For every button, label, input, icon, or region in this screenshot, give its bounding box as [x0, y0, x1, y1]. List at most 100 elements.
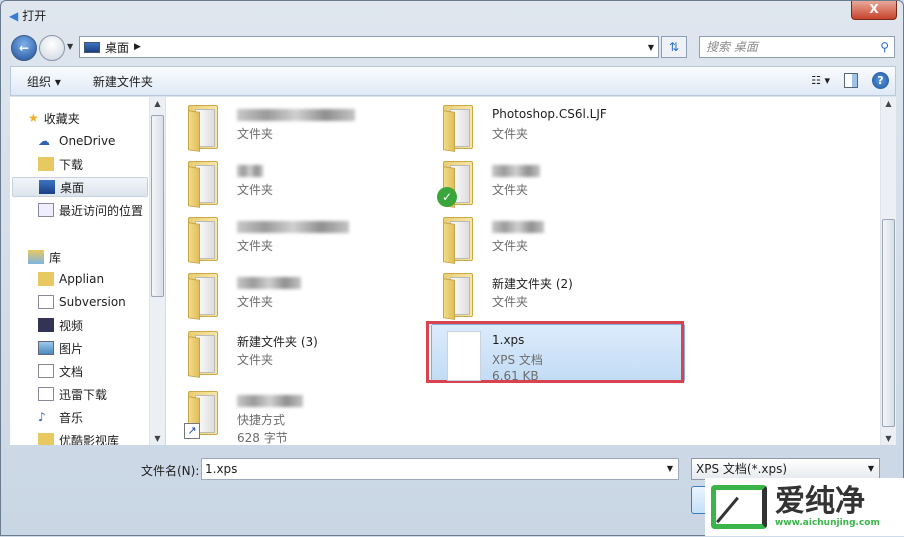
downloads-folder-icon: [38, 157, 54, 171]
nav-scrollbar[interactable]: ▲ ▼: [149, 97, 165, 445]
nav-downloads[interactable]: 下载: [38, 154, 83, 174]
scroll-thumb[interactable]: [882, 219, 895, 427]
nav-xunlei[interactable]: 迅雷下载: [38, 384, 107, 404]
nav-music[interactable]: ♪ 音乐: [38, 407, 83, 427]
file-item[interactable]: 文件夹: [186, 269, 426, 325]
nav-videos[interactable]: 视频: [38, 315, 83, 335]
scroll-down-icon[interactable]: ▼: [150, 434, 165, 443]
nav-label: Applian: [59, 272, 105, 286]
file-type: 文件夹: [237, 353, 274, 367]
document-icon: [38, 364, 54, 378]
nav-pictures[interactable]: 图片: [38, 338, 83, 358]
file-size: 628 字节: [237, 431, 288, 445]
refresh-button[interactable]: ⇅: [661, 36, 687, 58]
watermark-brand: 爱纯净: [775, 484, 865, 519]
nav-subversion[interactable]: Subversion: [38, 292, 126, 312]
nav-favorites[interactable]: ★ 收藏夹: [28, 108, 80, 128]
blurred-name: [492, 221, 544, 233]
file-size: 6.61 KB: [492, 369, 539, 383]
file-item[interactable]: Photoshop.CS6l.LJF 文件夹: [441, 101, 681, 157]
nav-libraries[interactable]: 库: [28, 247, 61, 267]
back-button[interactable]: ←: [11, 35, 37, 61]
new-folder-button[interactable]: 新建文件夹: [77, 73, 169, 90]
nav-onedrive[interactable]: ☁ OneDrive: [38, 131, 115, 151]
file-type: 快捷方式: [237, 413, 286, 427]
shortcut-arrow-icon: ↗: [184, 423, 200, 439]
view-options-icon[interactable]: ☷ ▾: [811, 74, 830, 87]
navigation-pane: ★ 收藏夹 ☁ OneDrive 下载 桌面 最近访问的位置 库 Applian S…: [10, 97, 165, 445]
dialog-icon: ◀: [9, 8, 19, 23]
library-doc-icon: [38, 295, 54, 309]
folder-icon: [186, 273, 220, 320]
file-item[interactable]: 1.xps XPS 文档 6.61 KB: [441, 327, 681, 383]
nav-label: Subversion: [59, 295, 126, 309]
scroll-up-icon[interactable]: ▲: [150, 99, 165, 108]
file-type: 文件夹: [492, 239, 529, 253]
nav-desktop[interactable]: 桌面: [12, 177, 148, 197]
nav-recent-places[interactable]: 最近访问的位置: [38, 200, 143, 220]
organize-button[interactable]: 组织 ▾: [11, 73, 77, 90]
picture-icon: [38, 341, 54, 355]
filetype-value: XPS 文档(*.xps): [696, 462, 788, 476]
watermark-url: www.aichunjing.com: [775, 518, 880, 528]
file-item[interactable]: 新建文件夹 (2) 文件夹: [441, 269, 681, 325]
filename-input[interactable]: 1.xps ▼: [201, 458, 679, 480]
filename-dropdown-icon[interactable]: ▼: [667, 459, 673, 479]
scroll-up-icon[interactable]: ▲: [881, 99, 896, 108]
help-icon[interactable]: ?: [872, 72, 889, 89]
scroll-thumb[interactable]: [151, 115, 164, 297]
folder-icon: [186, 161, 220, 208]
desktop-icon: [39, 180, 55, 194]
folder-icon: [38, 272, 54, 286]
nav-youku[interactable]: 优酷影视库: [38, 430, 119, 445]
breadcrumb-chevron-icon[interactable]: ▶: [134, 42, 141, 52]
cloud-icon: ☁: [38, 134, 50, 148]
file-item[interactable]: 文件夹: [186, 101, 426, 157]
address-location[interactable]: 桌面: [105, 39, 129, 56]
file-item[interactable]: 文件夹: [186, 157, 426, 213]
nav-label: 收藏夹: [43, 111, 80, 126]
file-item[interactable]: 文件夹: [441, 213, 681, 269]
close-button[interactable]: X: [851, 1, 897, 20]
recent-places-icon: [38, 203, 54, 217]
window-title: 打开: [22, 9, 47, 23]
file-list-scrollbar[interactable]: ▲ ▼: [880, 97, 896, 445]
file-type: 文件夹: [237, 127, 274, 141]
file-list: 文件夹 Photoshop.CS6l.LJF 文件夹 文件夹 ✓ 文件夹 文件夹 文件夹 文件夹…: [166, 97, 880, 445]
scroll-down-icon[interactable]: ▼: [881, 434, 896, 443]
folder-icon: [186, 105, 220, 152]
history-dropdown-icon[interactable]: ▼: [67, 42, 73, 51]
file-name: Photoshop.CS6l.LJF: [492, 107, 607, 121]
folder-icon: [186, 331, 220, 378]
address-dropdown-icon[interactable]: ▼: [648, 43, 654, 52]
blurred-name: [492, 165, 540, 177]
xps-document-icon: [447, 331, 481, 381]
file-item[interactable]: ↗ 快捷方式 628 字节: [184, 387, 426, 445]
music-icon: ♪: [38, 410, 46, 424]
watermark-logo: 爱纯净 www.aichunjing.com: [705, 478, 904, 536]
address-bar[interactable]: 桌面 ▶ ▼: [79, 36, 659, 58]
nav-documents[interactable]: 文档: [38, 361, 83, 381]
search-icon[interactable]: ⚲: [880, 37, 889, 57]
filename-value: 1.xps: [205, 462, 238, 476]
file-type: 文件夹: [492, 183, 529, 197]
nav-label: 视频: [59, 318, 84, 333]
file-type: 文件夹: [237, 295, 274, 309]
file-type: 文件夹: [492, 127, 529, 141]
nav-label: 迅雷下载: [59, 387, 108, 402]
library-doc-icon: [38, 387, 54, 401]
search-input[interactable]: 搜索 桌面 ⚲: [699, 36, 895, 58]
forward-button[interactable]: [39, 35, 65, 61]
file-item[interactable]: 新建文件夹 (3) 文件夹: [186, 327, 426, 383]
nav-applian[interactable]: Applian: [38, 269, 104, 289]
filetype-dropdown-icon[interactable]: ▼: [868, 459, 874, 479]
folder-icon: [441, 217, 475, 264]
preview-pane-icon[interactable]: [844, 73, 858, 88]
nav-label: 库: [49, 250, 62, 265]
file-name: 新建文件夹 (3): [237, 335, 318, 349]
file-item[interactable]: ✓ 文件夹: [437, 157, 681, 213]
blurred-name: [237, 395, 303, 407]
filetype-select[interactable]: XPS 文档(*.xps) ▼: [691, 458, 880, 480]
file-item[interactable]: 文件夹: [186, 213, 426, 269]
file-type: 文件夹: [237, 183, 274, 197]
